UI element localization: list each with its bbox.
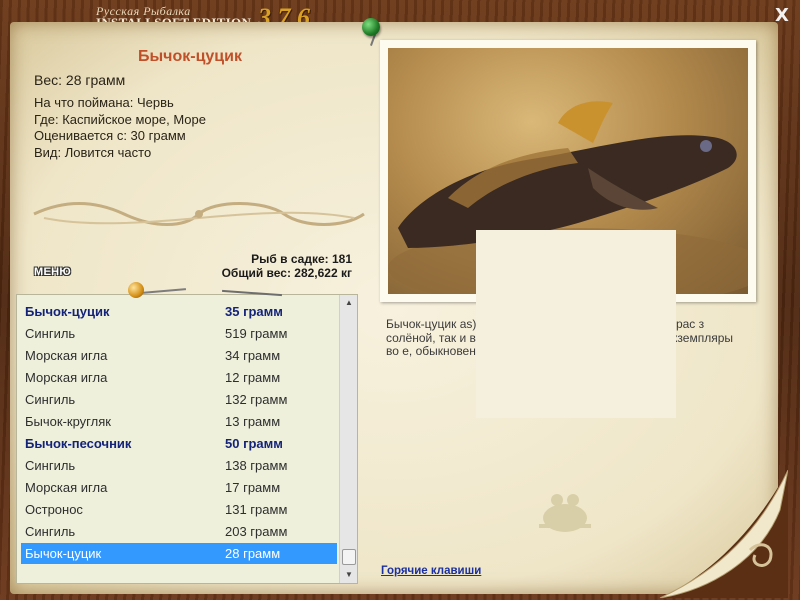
list-item-name: Морская игла	[25, 348, 108, 363]
menu-button[interactable]: МЕНЮ	[34, 266, 71, 278]
list-item[interactable]: Бычок-кругляк 13 грамм	[21, 411, 337, 432]
list-item[interactable]: Бычок-песочник 50 грамм	[21, 433, 337, 454]
list-scrollbar[interactable]: ▲ ▼	[339, 295, 357, 583]
image-overlay-patch	[476, 230, 676, 312]
list-item-name: Бычок-цуцик	[25, 304, 110, 319]
list-item-name: Бычок-песочник	[25, 436, 132, 451]
list-item-weight: 17 грамм	[225, 480, 281, 495]
list-item-weight: 13 грамм	[225, 414, 281, 429]
hotkeys-link[interactable]: Горячие клавиши	[381, 565, 481, 577]
ornament-divider-icon	[33, 202, 365, 226]
list-item[interactable]: Морская игла 34 грамм	[21, 345, 337, 366]
fish-name-title: Бычок-цуцик	[138, 48, 242, 65]
description-overlay-patch	[476, 312, 676, 418]
fish-info: На что поймана: Червь Где: Каспийское мо…	[34, 95, 206, 161]
list-item-weight: 50 грамм	[225, 436, 283, 451]
list-item-weight: 138 грамм	[225, 458, 288, 473]
list-item-name: Бычок-цуцик	[25, 546, 102, 561]
list-item[interactable]: Сингиль 203 грамм	[21, 521, 337, 542]
scroll-down-icon[interactable]: ▼	[340, 567, 358, 583]
catch-stats: Рыб в садке: 181 Общий вес: 282,622 кг	[222, 252, 352, 280]
list-item-name: Сингиль	[25, 326, 76, 341]
catch-count: Рыб в садке: 181	[251, 252, 352, 266]
list-item-name: Сингиль	[25, 524, 76, 539]
scrollbar-thumb[interactable]	[342, 549, 356, 565]
list-item[interactable]: Остронос 131 грамм	[21, 499, 337, 520]
scroll-up-icon[interactable]: ▲	[340, 295, 358, 311]
list-item[interactable]: Сингиль 519 грамм	[21, 323, 337, 344]
list-item[interactable]: Морская игла 12 грамм	[21, 367, 337, 388]
page-curl-icon	[659, 470, 788, 598]
list-item-name: Морская игла	[25, 370, 108, 385]
list-item[interactable]: Бычок-цуцик 35 грамм	[21, 301, 337, 322]
list-item-weight: 28 грамм	[225, 546, 281, 561]
gold-pin-icon	[128, 282, 144, 298]
list-item-weight: 35 грамм	[225, 304, 283, 319]
fish-weight: Вес: 28 грамм	[34, 72, 126, 88]
catch-list[interactable]: Бычок-цуцик 35 грамм Сингиль 519 грамм Морск…	[16, 294, 358, 584]
list-item-name: Бычок-кругляк	[25, 414, 111, 429]
list-item-weight: 203 грамм	[225, 524, 288, 539]
fish-place: Где: Каспийское море, Море	[34, 111, 206, 127]
list-item-name: Сингиль	[25, 392, 76, 407]
fish-species: Вид: Ловится часто	[34, 144, 152, 160]
list-item-name: Сингиль	[25, 458, 76, 473]
list-item[interactable]: Бычок-цуцик 28 грамм	[21, 543, 337, 564]
list-item-weight: 34 грамм	[225, 348, 281, 363]
list-item-name: Остронос	[25, 502, 83, 517]
list-item-weight: 12 грамм	[225, 370, 281, 385]
fish-bait: На что поймана: Червь	[34, 95, 174, 110]
list-item[interactable]: Морская игла 17 грамм	[21, 477, 337, 498]
list-item-name: Морская игла	[25, 480, 108, 495]
green-pin-icon	[362, 18, 380, 36]
catch-total-weight: Общий вес: 282,622 кг	[221, 266, 352, 280]
list-item-weight: 132 грамм	[225, 392, 288, 407]
list-item-weight: 131 грамм	[225, 502, 288, 517]
catch-list-items: Бычок-цуцик 35 грамм Сингиль 519 грамм Морск…	[17, 295, 339, 585]
list-item[interactable]: Сингиль 132 грамм	[21, 389, 337, 410]
list-item[interactable]: Сингиль 138 грамм	[21, 455, 337, 476]
list-item-weight: 519 грамм	[225, 326, 288, 341]
fish-value: Оценивается с: 30 грамм	[34, 128, 186, 143]
creature-silhouette-icon	[539, 494, 591, 532]
